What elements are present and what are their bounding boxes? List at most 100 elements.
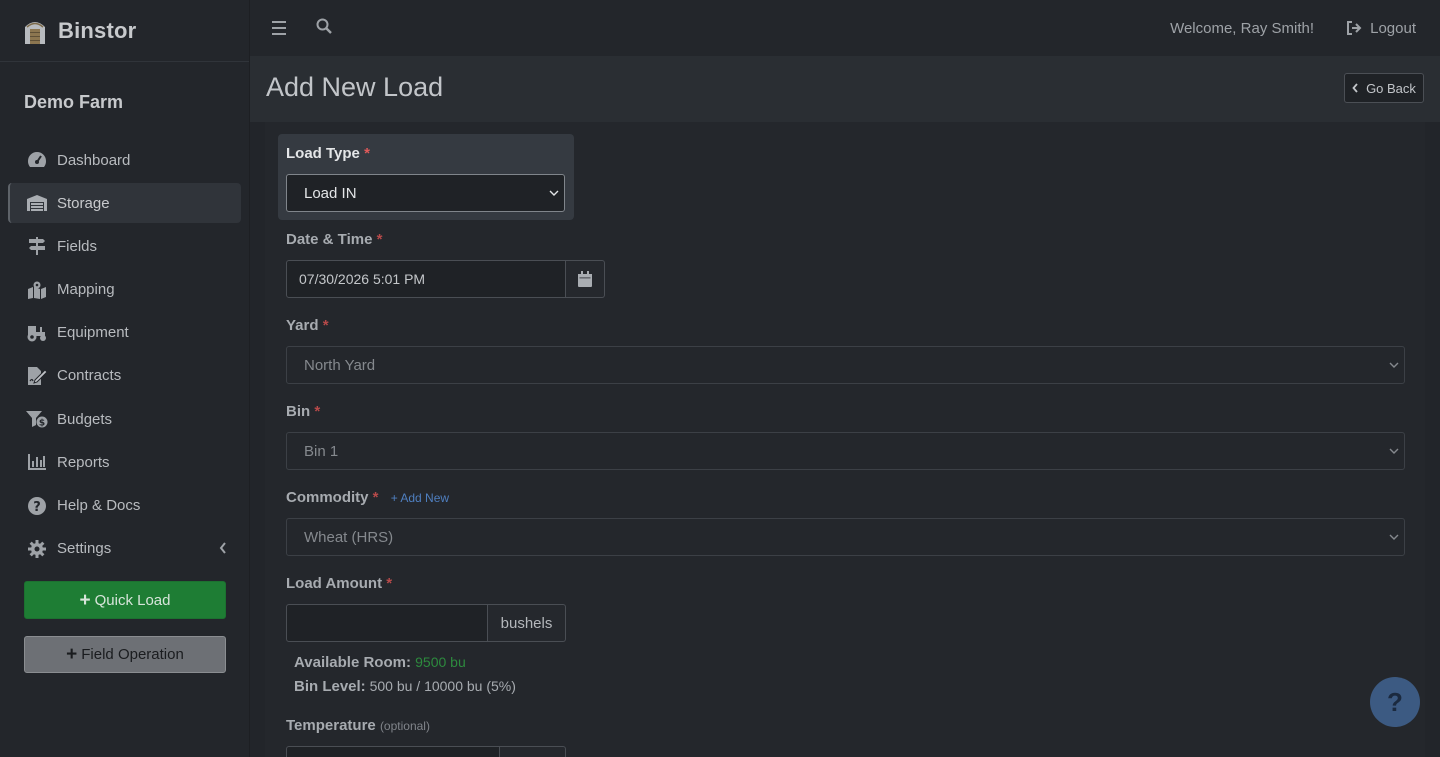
load-amount-label-text: Load Amount xyxy=(286,575,383,592)
load-amount-label: Load Amount * xyxy=(286,575,392,592)
optional-marker: (optional) xyxy=(379,719,430,733)
chevron-down-icon xyxy=(549,190,559,196)
yard-value: North Yard xyxy=(304,356,376,374)
required-marker: * xyxy=(364,145,370,162)
search-icon[interactable] xyxy=(316,18,332,39)
quick-load-button[interactable]: + Quick Load xyxy=(24,581,226,619)
sidebar-item-label: Budgets xyxy=(57,410,113,428)
field-operation-button[interactable]: + Field Operation xyxy=(24,636,226,673)
datetime-input[interactable]: 07/30/2026 5:01 PM xyxy=(286,260,566,298)
sidebar-item-label: Equipment xyxy=(57,324,129,342)
sidebar-item-dashboard[interactable]: Dashboard xyxy=(8,140,241,180)
sidebar-item-label: Help & Docs xyxy=(57,497,141,514)
datetime-label: Date & Time * xyxy=(286,231,382,248)
load-type-label-text: Load Type xyxy=(286,145,360,162)
top-navbar: Welcome, Ray Smith! Logout xyxy=(250,0,1440,56)
signpost-icon xyxy=(26,236,48,256)
commodity-select[interactable]: Wheat (HRS) xyxy=(286,518,1405,556)
calendar-icon xyxy=(578,271,592,287)
logout-label: Logout xyxy=(1370,19,1416,37)
sidebar-item-reports[interactable]: Reports xyxy=(8,442,241,482)
chevron-down-icon xyxy=(1389,534,1399,540)
sidebar-item-label: Storage xyxy=(57,194,110,212)
yard-label: Yard * xyxy=(286,317,329,334)
chevron-left-icon xyxy=(219,541,227,557)
temperature-unit-addon xyxy=(500,746,566,757)
dashboard-icon xyxy=(26,150,48,170)
svg-text:?: ? xyxy=(33,500,41,515)
load-type-value: Load IN xyxy=(304,184,357,202)
commodity-label-text: Commodity xyxy=(286,489,369,506)
sidebar-item-equipment[interactable]: Equipment xyxy=(8,313,241,353)
menu-toggle-icon[interactable] xyxy=(272,21,290,35)
sidebar-item-label: Mapping xyxy=(57,281,115,299)
sidebar-item-contracts[interactable]: Contracts xyxy=(8,356,241,396)
page-title: Add New Load xyxy=(266,72,444,102)
sidebar-item-settings[interactable]: Settings xyxy=(8,529,241,569)
map-marked-icon xyxy=(26,280,48,300)
temperature-label: Temperature (optional) xyxy=(286,717,430,734)
required-marker: * xyxy=(314,403,321,420)
quick-load-label: Quick Load xyxy=(94,591,171,609)
help-fab-button[interactable]: ? xyxy=(1370,677,1420,727)
chevron-down-icon xyxy=(1389,448,1399,454)
temperature-input[interactable] xyxy=(286,746,500,757)
temperature-label-text: Temperature xyxy=(286,717,376,734)
commodity-label: Commodity * + Add New xyxy=(286,489,449,506)
sidebar: Binstor Demo Farm Dashboard Storage Fiel… xyxy=(0,0,250,757)
yard-select[interactable]: North Yard xyxy=(286,346,1405,384)
bin-level-value: 500 bu / 10000 bu (5%) xyxy=(369,678,516,694)
sidebar-item-budgets[interactable]: $ Budgets xyxy=(8,399,241,439)
available-room-label: Available Room: xyxy=(294,654,411,671)
required-marker: * xyxy=(386,575,393,592)
warehouse-icon xyxy=(26,193,48,213)
datetime-label-text: Date & Time xyxy=(286,231,373,248)
brand[interactable]: Binstor xyxy=(0,0,249,62)
bin-level-label: Bin Level: xyxy=(294,678,366,695)
sidebar-item-help[interactable]: ? Help & Docs xyxy=(8,486,241,526)
bin-label-text: Bin xyxy=(286,403,311,420)
bin-value: Bin 1 xyxy=(304,442,339,460)
sidebar-item-fields[interactable]: Fields xyxy=(8,226,241,266)
file-signature-icon xyxy=(26,366,48,386)
datetime-group: 07/30/2026 5:01 PM xyxy=(286,260,605,298)
sidebar-item-mapping[interactable]: Mapping xyxy=(8,270,241,310)
yard-label-text: Yard xyxy=(286,317,319,334)
required-marker: * xyxy=(372,489,379,506)
bin-level: Bin Level: 500 bu / 10000 bu (5%) xyxy=(294,678,516,695)
temperature-group xyxy=(286,746,566,757)
required-marker: * xyxy=(322,317,329,334)
brand-name: Binstor xyxy=(58,17,137,43)
sidebar-item-storage[interactable]: Storage xyxy=(8,183,241,224)
silo-logo-icon xyxy=(22,17,48,45)
chart-bar-icon xyxy=(26,452,48,472)
go-back-button[interactable]: Go Back xyxy=(1344,73,1424,103)
chevron-down-icon xyxy=(1389,362,1399,368)
sidebar-item-label: Contracts xyxy=(57,367,122,385)
chevron-left-icon xyxy=(1352,83,1358,93)
required-marker: * xyxy=(376,231,383,248)
question-circle-icon: ? xyxy=(26,496,48,516)
svg-text:$: $ xyxy=(39,419,45,429)
go-back-label: Go Back xyxy=(1366,80,1416,96)
bin-select[interactable]: Bin 1 xyxy=(286,432,1405,470)
sidebar-item-label: Settings xyxy=(57,540,112,558)
load-amount-group: bushels xyxy=(286,604,566,642)
funnel-dollar-icon: $ xyxy=(26,409,48,429)
logout-link[interactable]: Logout xyxy=(1346,20,1416,37)
calendar-button[interactable] xyxy=(566,260,605,298)
add-new-commodity-link[interactable]: + Add New xyxy=(391,491,449,505)
available-room: Available Room: 9500 bu xyxy=(294,654,466,671)
load-type-select[interactable]: Load IN xyxy=(286,174,565,212)
farm-name: Demo Farm xyxy=(24,92,124,112)
sidebar-item-label: Reports xyxy=(57,453,110,471)
load-type-label: Load Type * xyxy=(286,145,370,162)
plus-icon: + xyxy=(79,589,91,611)
sidebar-item-label: Fields xyxy=(57,237,98,255)
load-amount-input[interactable] xyxy=(286,604,488,642)
commodity-value: Wheat (HRS) xyxy=(304,528,394,546)
gear-icon xyxy=(26,539,48,559)
sidebar-nav: Dashboard Storage Fields Mapping Equipme… xyxy=(0,140,249,569)
welcome-text: Welcome, Ray Smith! xyxy=(1170,19,1314,37)
unit-addon: bushels xyxy=(488,604,566,642)
